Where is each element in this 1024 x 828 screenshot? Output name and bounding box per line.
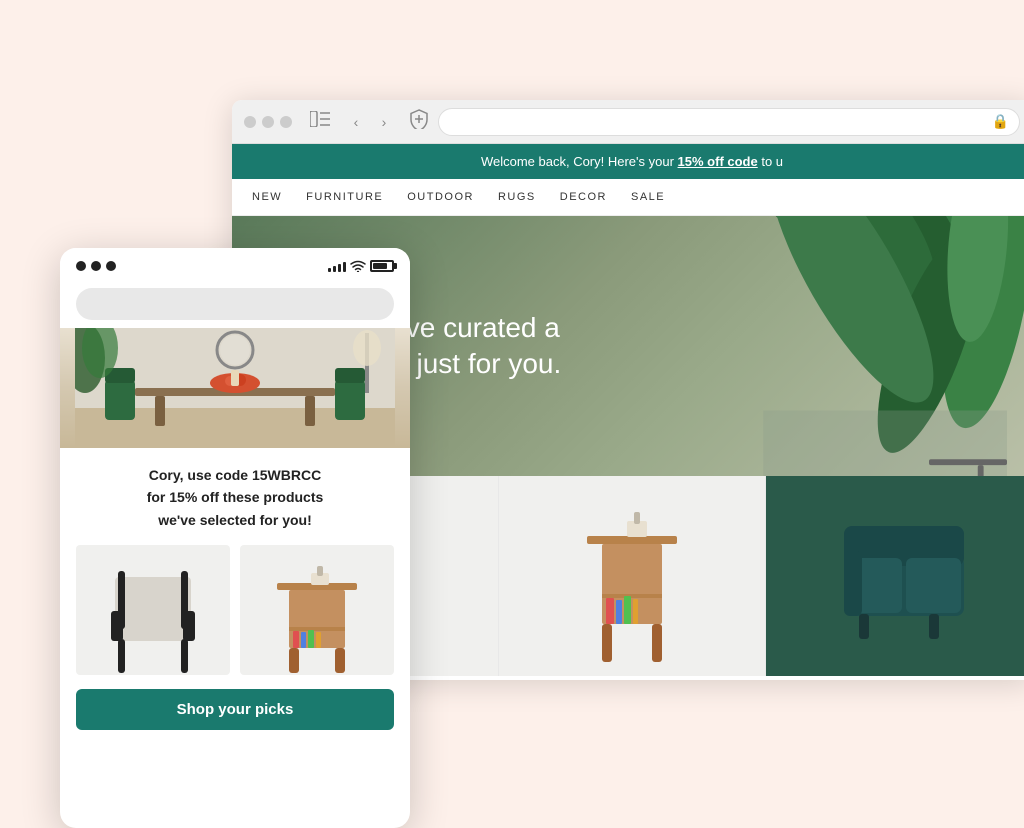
nav-item-new[interactable]: NEW bbox=[252, 191, 282, 203]
shield-icon bbox=[410, 109, 428, 134]
back-button[interactable]: ‹ bbox=[344, 110, 368, 134]
phone-status-bar bbox=[60, 248, 410, 284]
banner-text: Welcome back, Cory! Here's your bbox=[481, 154, 678, 169]
phone-content-area: Cory, use code 15WBRCC for 15% off these… bbox=[60, 448, 410, 738]
minimize-dot[interactable] bbox=[262, 116, 274, 128]
sidebar-toggle-icon[interactable] bbox=[310, 111, 330, 132]
phone-dot-1 bbox=[76, 261, 86, 271]
shop-your-picks-button[interactable]: Shop your picks bbox=[76, 689, 394, 730]
phone-product-tile-chair[interactable] bbox=[76, 545, 230, 675]
maximize-dot[interactable] bbox=[280, 116, 292, 128]
browser-window-controls bbox=[244, 116, 292, 128]
phone-status-icons bbox=[328, 260, 394, 272]
nav-item-outdoor[interactable]: OUTDOOR bbox=[407, 191, 474, 203]
banner-discount-link[interactable]: 15% off code bbox=[678, 154, 758, 169]
nav-item-furniture[interactable]: FURNITURE bbox=[306, 191, 383, 203]
phone-dot-2 bbox=[91, 261, 101, 271]
phone-window-dots bbox=[76, 261, 116, 271]
nav-item-rugs[interactable]: RUGS bbox=[498, 191, 536, 203]
dining-room-scene bbox=[60, 328, 410, 448]
phone-promo-text: Cory, use code 15WBRCC for 15% off these… bbox=[76, 464, 394, 531]
product-tile-sofa[interactable] bbox=[766, 476, 1024, 676]
phone-dot-3 bbox=[106, 261, 116, 271]
phone-search-bar[interactable] bbox=[76, 288, 394, 320]
phone-product-grid bbox=[76, 545, 394, 675]
product-tile-side-table[interactable] bbox=[499, 476, 766, 676]
phone-product-tile-table[interactable] bbox=[240, 545, 394, 675]
mobile-phone-window: Cory, use code 15WBRCC for 15% off these… bbox=[60, 248, 410, 828]
nav-item-sale[interactable]: SALE bbox=[631, 191, 665, 203]
address-bar[interactable]: 🔒 bbox=[438, 108, 1020, 136]
wifi-icon bbox=[350, 260, 366, 272]
lock-icon: 🔒 bbox=[992, 113, 1009, 130]
site-navigation: NEW FURNITURE OUTDOOR RUGS DECOR SALE bbox=[232, 179, 1024, 216]
nav-item-decor[interactable]: DECOR bbox=[560, 191, 607, 203]
phone-hero-image bbox=[60, 328, 410, 448]
signal-icon bbox=[328, 260, 346, 272]
site-banner: Welcome back, Cory! Here's your 15% off … bbox=[232, 144, 1024, 179]
browser-toolbar: ‹ › 🔒 bbox=[232, 100, 1024, 144]
forward-button[interactable]: › bbox=[372, 110, 396, 134]
battery-icon bbox=[370, 260, 394, 272]
browser-nav-controls: ‹ › bbox=[344, 110, 396, 134]
close-dot[interactable] bbox=[244, 116, 256, 128]
banner-text-after: to u bbox=[758, 154, 783, 169]
